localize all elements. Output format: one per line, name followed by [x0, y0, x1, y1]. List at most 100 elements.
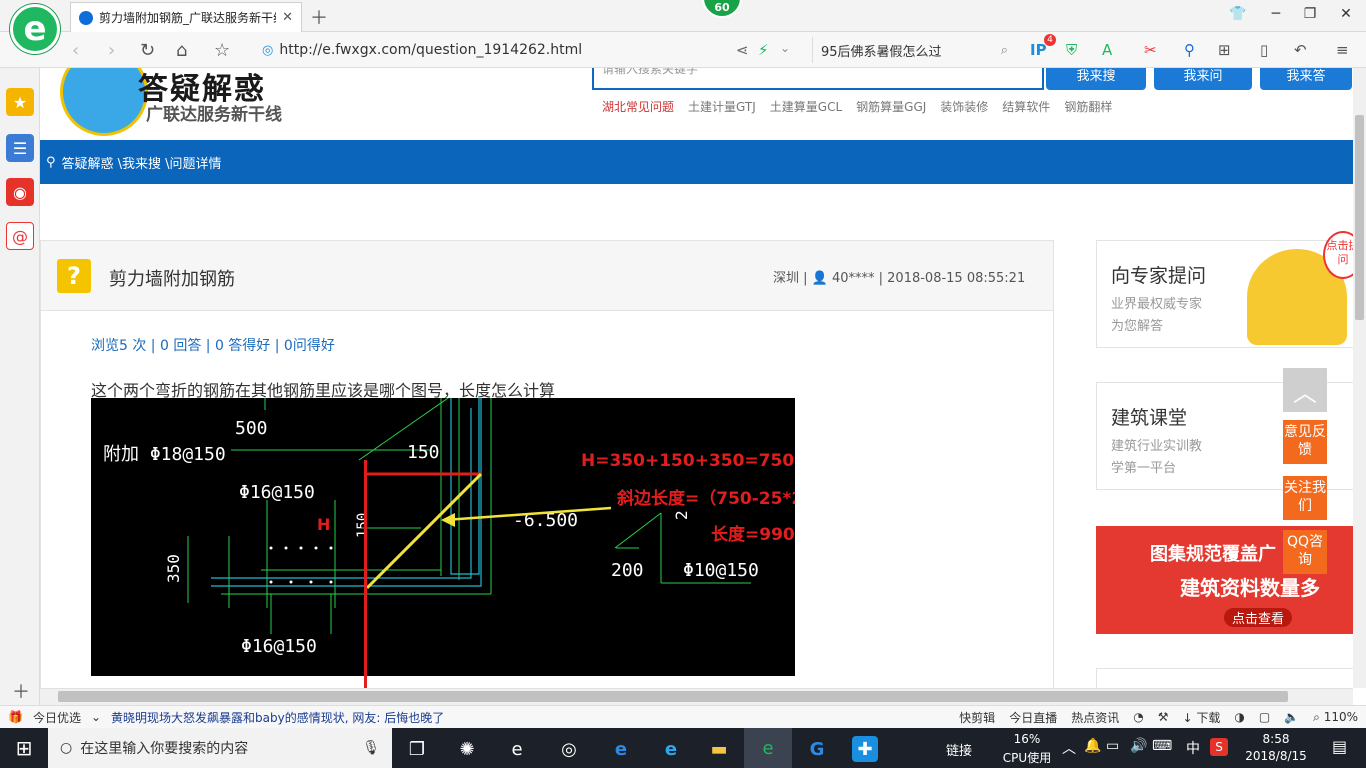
ask-button[interactable]: 我来问	[1154, 68, 1252, 90]
banner-line-2: 建筑资料数量多	[1180, 576, 1320, 600]
cad-drawing-image[interactable]: 500 附加 Φ18@150 150 Φ16@150 Φ16@150 350 1…	[91, 398, 795, 676]
back-button[interactable]: ‹	[72, 40, 79, 61]
back-to-top-button[interactable]: ︿	[1283, 368, 1327, 412]
kuaijian-button[interactable]: 快剪辑	[959, 709, 995, 726]
live-button[interactable]: 今日直播	[1009, 709, 1057, 726]
pinwheel-app-icon[interactable]: ✺	[454, 736, 480, 762]
share-icon[interactable]: ⋖	[736, 41, 749, 59]
browser-app-icon[interactable]: ◎	[556, 736, 582, 762]
breadcrumb: ⚲ 答疑解惑 \我来搜 \问题详情	[40, 140, 1353, 184]
plus-app-icon[interactable]: ✚	[852, 736, 878, 762]
sidebar-favorites-icon[interactable]: ★	[6, 88, 34, 116]
file-explorer-icon[interactable]: ▬	[706, 736, 732, 762]
ime-indicator[interactable]: 中	[1186, 738, 1200, 758]
links-toolbar[interactable]: 链接	[946, 740, 972, 759]
network-icon[interactable]: ▭	[1106, 738, 1119, 754]
minimize-button[interactable]: ─	[1266, 6, 1286, 22]
cad-label: 附加 Φ18@150	[103, 444, 226, 465]
undo-icon[interactable]: ↶	[1294, 41, 1307, 59]
sidebar-weibo-icon[interactable]: ◉	[6, 178, 34, 206]
sogou-ime-icon[interactable]: S	[1210, 738, 1228, 756]
edge-icon[interactable]: e	[608, 736, 634, 762]
quick-link[interactable]: 钢筋翻样	[1064, 98, 1112, 115]
accelerate-icon[interactable]: ◔	[1133, 710, 1143, 724]
question-stats[interactable]: 浏览5 次 | 0 回答 | 0 答得好 | 0问得好	[91, 335, 335, 355]
shield-icon[interactable]: ⛨	[1066, 41, 1077, 59]
breadcrumb-text[interactable]: 答疑解惑 \我来搜 \问题详情	[62, 153, 222, 172]
notification-bell-icon[interactable]: 🔔	[1084, 738, 1101, 754]
quick-link[interactable]: 钢筋算量GGJ	[856, 98, 926, 115]
sidebar-mail-icon[interactable]: @	[6, 222, 34, 250]
gift-icon: 🎁	[8, 710, 23, 724]
tab-close-icon[interactable]: ✕	[282, 10, 293, 25]
cad-annotation-3: 长度=990+200*2=1390mm	[711, 524, 795, 545]
news-label: 热点资讯	[1071, 710, 1120, 725]
task-view-icon[interactable]: ❐	[404, 736, 430, 762]
magnifier-icon[interactable]: ⚲	[1184, 41, 1195, 59]
site-search-input[interactable]: 请输入搜索关键字	[592, 68, 1044, 90]
ip-extension-icon[interactable]: IP	[1030, 41, 1047, 59]
favorite-star-button[interactable]: ☆	[214, 40, 230, 61]
quick-link[interactable]: 土建计量GTJ	[688, 98, 756, 115]
ie-like-app-icon[interactable]: e	[504, 736, 530, 762]
quick-link[interactable]: 装饰装修	[940, 98, 988, 115]
today-picks[interactable]: 今日优选	[33, 709, 81, 726]
hot-search-box[interactable]: 95后佛系暑假怎么过 ⌕	[812, 37, 1008, 63]
translate-icon[interactable]: A	[1102, 41, 1112, 59]
windows-start-button[interactable]: ⊞	[0, 728, 48, 768]
sidebar-add-icon[interactable]: ＋	[12, 678, 30, 704]
forward-button[interactable]: ›	[108, 40, 115, 61]
skin-icon[interactable]: 👕	[1228, 6, 1248, 22]
cad-label: Φ16@150	[239, 482, 315, 503]
close-window-button[interactable]: ✕	[1336, 6, 1356, 22]
site-logo[interactable]: 答疑解惑 广联达服务新干线	[50, 68, 320, 140]
volume-icon[interactable]: 🔈	[1284, 710, 1299, 724]
ask-expert-title: 向专家提问	[1111, 265, 1207, 287]
clock-date[interactable]: 2018/8/15	[1236, 749, 1316, 763]
quick-link[interactable]: 结算软件	[1002, 98, 1050, 115]
chevron-down-icon: ⌄	[90, 710, 102, 724]
action-center-icon[interactable]: ▤	[1332, 737, 1347, 756]
ie-icon[interactable]: e	[658, 736, 684, 762]
browser-tab[interactable]: 剪力墙附加钢筋_广联达服务新干线 ✕	[70, 2, 302, 32]
search-button[interactable]: 我来搜	[1046, 68, 1146, 90]
scissors-icon[interactable]: ✂	[1144, 41, 1157, 59]
url-dropdown-icon[interactable]: ⌄	[780, 41, 790, 55]
vertical-scroll-thumb[interactable]	[1355, 115, 1364, 320]
news-button[interactable]: 热点资讯	[1071, 709, 1119, 726]
menu-icon[interactable]: ≡	[1336, 41, 1349, 59]
tools-icon[interactable]: ⚒	[1158, 710, 1169, 724]
360-browser-icon[interactable]: e	[744, 728, 792, 768]
window-icon[interactable]: ▢	[1259, 710, 1270, 724]
glodon-app-icon[interactable]: G	[804, 736, 830, 762]
reader-icon[interactable]: ▯	[1260, 41, 1268, 59]
keyboard-icon[interactable]: ⌨	[1152, 738, 1172, 754]
qq-consult-button[interactable]: QQ咨询	[1283, 530, 1327, 574]
ask-expert-card[interactable]: 向专家提问 业界最权威专家 为您解答 点击提问	[1096, 231, 1353, 348]
reload-button[interactable]: ↻	[140, 40, 155, 61]
horizontal-scroll-thumb[interactable]	[58, 691, 1288, 702]
apps-grid-icon[interactable]: ⊞	[1218, 41, 1231, 59]
microphone-icon[interactable]: 🎙	[362, 740, 380, 756]
sidebar-reading-icon[interactable]: ☰	[6, 134, 34, 162]
quick-link[interactable]: 土建算量GCL	[770, 98, 842, 115]
home-button[interactable]: ⌂	[176, 40, 187, 61]
answer-button[interactable]: 我来答	[1260, 68, 1352, 90]
taskbar-search-box[interactable]: ○ 在这里输入你要搜索的内容 🎙	[48, 728, 392, 768]
maximize-button[interactable]: ❐	[1300, 6, 1320, 22]
zoom-level[interactable]: ⌕ 110%	[1313, 710, 1358, 725]
browser-logo-icon[interactable]: e	[10, 4, 60, 54]
download-button[interactable]: ↓ 下载	[1182, 709, 1220, 726]
speaker-icon[interactable]: 🔊	[1130, 738, 1147, 754]
speed-mode-icon[interactable]: ⚡	[758, 41, 769, 59]
tray-expand-icon[interactable]: ︿	[1062, 738, 1076, 758]
clock-time[interactable]: 8:58	[1236, 732, 1316, 746]
feedback-button[interactable]: 意见反馈	[1283, 420, 1327, 464]
settings-icon[interactable]: ◑	[1234, 710, 1244, 724]
new-tab-button[interactable]: ＋	[310, 4, 328, 30]
search-icon[interactable]: ⌕	[1001, 43, 1008, 58]
quick-link[interactable]: 湖北常见问题	[602, 98, 674, 115]
banner-cta[interactable]: 点击查看	[1224, 608, 1293, 627]
follow-us-button[interactable]: 关注我们	[1283, 476, 1327, 520]
news-ticker[interactable]: 黄晓明现场大怒发飙暴露和baby的感情现状, 网友: 后悔也晚了	[111, 709, 444, 726]
